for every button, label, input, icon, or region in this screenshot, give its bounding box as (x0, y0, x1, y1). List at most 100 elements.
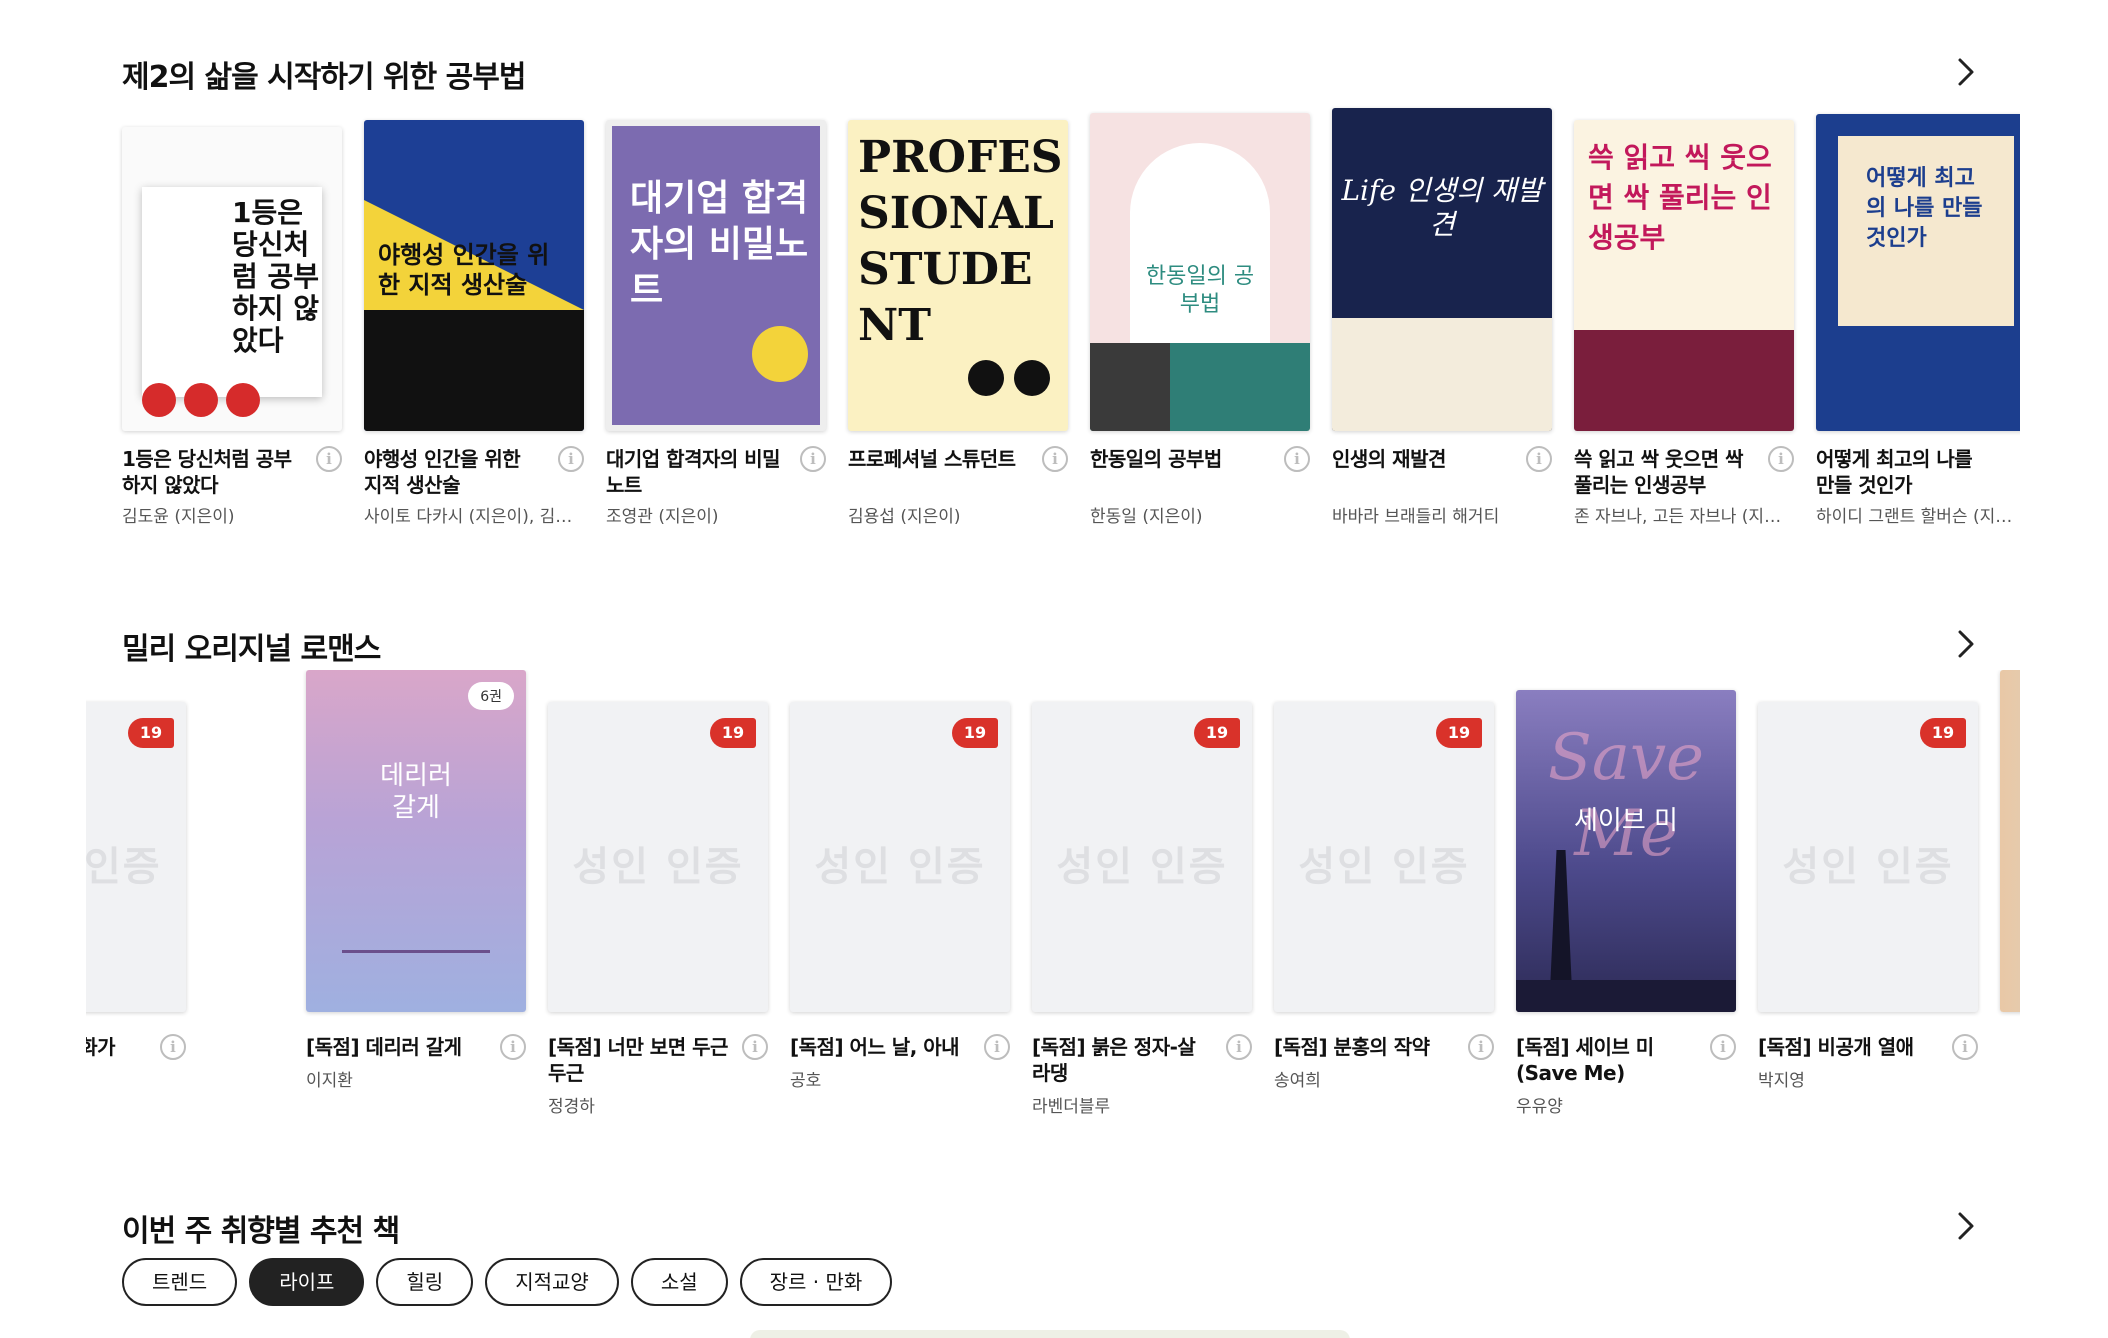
age-19-badge: 19 (1920, 718, 1966, 748)
chip-knowledge[interactable]: 지적교양 (485, 1258, 619, 1306)
book-title[interactable]: 어떻게 최고의 나를 만들 것인가 (1816, 446, 1996, 498)
book-title[interactable]: [독점] 붉은 정자-살라댕 (1032, 1034, 1212, 1086)
book-title[interactable]: 대기업 합격자의 비밀 노트 (606, 446, 786, 498)
chevron-right-icon[interactable] (1946, 624, 1986, 664)
book-cover[interactable]: PROFESSIONAL STUDENT (848, 120, 1068, 431)
book-author: 조영관 (지은이) (606, 507, 719, 527)
book-cover[interactable]: 성인 인증 (1032, 702, 1252, 1012)
book-row: 1등은 당신처럼 공부하지 않았다 1등은 당신처럼 공부하지 않았다 i 김도… (0, 100, 2020, 540)
info-icon[interactable]: i (1284, 446, 1310, 472)
book-title[interactable]: 인생의 재발견 (1332, 446, 1512, 472)
book-title[interactable]: [독점] 너만 보면 두근두근 (548, 1034, 728, 1086)
book-author: 정경하 (548, 1097, 595, 1117)
info-icon[interactable]: i (800, 446, 826, 472)
age-19-badge: 19 (128, 718, 174, 748)
book-cover[interactable]: 성인 인증 (790, 702, 1010, 1012)
cover-title: 야행성 인간을 위한 지적 생산술 (378, 241, 550, 299)
book-author: 이지환 (306, 1071, 353, 1091)
cover-title: 데리러 갈게 (380, 761, 452, 823)
book-author: 존 자브나, 고든 자브나 (지은... (1574, 507, 1784, 527)
age-19-badge: 19 (1436, 718, 1482, 748)
book-author: 김도윤 (지은이) (122, 507, 235, 527)
book-title[interactable]: [독점] 호랑헌화가 (86, 1034, 146, 1060)
chip-healing[interactable]: 힐링 (376, 1258, 474, 1306)
book-author: 박지영 (1758, 1071, 1805, 1091)
book-author: 도흔 (86, 1066, 176, 1091)
book-author: 우유양 (1516, 1097, 1563, 1117)
info-icon[interactable]: i (1526, 446, 1552, 472)
book-cover[interactable]: 성인 인증 (86, 702, 186, 1012)
book-author: 김용섭 (지은이) (848, 507, 961, 527)
info-icon[interactable]: i (1768, 446, 1794, 472)
cover-title: 1등은 당신처럼 공부하지 않았다 (232, 196, 320, 357)
adult-label: 성인 인증 (1782, 844, 1954, 890)
book-title[interactable]: [독점] 비공개 열애 (1758, 1034, 1938, 1060)
book-cover[interactable]: 대기업 합격자의 비밀노트 (606, 120, 826, 431)
info-icon[interactable]: i (1042, 446, 1068, 472)
info-icon[interactable]: i (984, 1034, 1010, 1060)
book-title[interactable]: 야행성 인간을 위한 지적 생산술 (364, 446, 544, 498)
chip-genre-comic[interactable]: 장르 · 만화 (739, 1258, 893, 1306)
book-title[interactable]: 쓱 읽고 싹 웃으면 싹 풀리는 인생공부 (1574, 446, 1754, 498)
cover-title: 대기업 합격자의 비밀노트 (630, 178, 809, 311)
info-icon[interactable]: i (1468, 1034, 1494, 1060)
info-icon[interactable]: i (316, 446, 342, 472)
book-cover[interactable]: 한동일의 공부법 (1090, 113, 1310, 431)
book-author: 사이토 다카시 (지은이), 김윤... (364, 507, 574, 527)
book-title[interactable]: [독점] 분홍의 작약 (1274, 1034, 1454, 1060)
age-19-badge: 19 (710, 718, 756, 748)
chip-life[interactable]: 라이프 (249, 1258, 365, 1306)
cover-script: Save Me (1547, 721, 1705, 871)
info-icon[interactable]: i (1226, 1034, 1252, 1060)
genre-chip-group: 트렌드 라이프 힐링 지적교양 소설 장르 · 만화 (122, 1258, 893, 1306)
book-cover[interactable]: Save Me 세이브 미 (1516, 690, 1736, 1012)
section-study: 제2의 삶을 시작하기 위한 공부법 1등은 당신처럼 공부하지 않았다 1등은… (0, 0, 2108, 560)
book-author: 바바라 브래들리 해거티 (1332, 507, 1500, 527)
volume-badge: 6권 (468, 682, 514, 710)
info-icon[interactable]: i (160, 1034, 186, 1060)
cover-title: 한동일의 공부법 (1145, 264, 1255, 317)
chevron-right-icon[interactable] (1946, 52, 1986, 92)
book-title[interactable]: 프로페셔널 스튜던트 (848, 446, 1028, 472)
recommend-panel-top (750, 1330, 1350, 1338)
book-row: 성인 인증 19 [독점] 호랑헌화가 i 도흔 6권 데리러 갈게 [독점] … (86, 670, 2020, 1120)
info-icon[interactable]: i (558, 446, 584, 472)
book-cover[interactable]: 6권 데리러 갈게 (306, 670, 526, 1012)
info-icon[interactable]: i (1952, 1034, 1978, 1060)
adult-label: 성인 인증 (86, 844, 162, 890)
book-cover[interactable]: 어떻게 최고의 나를 만들 것인가 (1816, 114, 2020, 431)
book-cover[interactable]: 쓱 읽고 씩 웃으면 싹 풀리는 인생공부 (1574, 120, 1794, 431)
chevron-right-icon[interactable] (1946, 1206, 1986, 1246)
book-cover[interactable]: 1등은 당신처럼 공부하지 않았다 (122, 127, 342, 431)
chip-novel[interactable]: 소설 (630, 1258, 728, 1306)
age-19-badge: 19 (1194, 718, 1240, 748)
book-cover[interactable]: 성인 인증 (1758, 702, 1978, 1012)
book-title[interactable]: [독점] 세이브 미(Save Me) (1516, 1034, 1696, 1086)
info-icon[interactable]: i (742, 1034, 768, 1060)
book-author: 한동일 (지은이) (1090, 507, 1203, 527)
adult-label: 성인 인증 (1056, 844, 1228, 890)
book-cover[interactable] (2000, 670, 2020, 1012)
cover-title: 어떻게 최고의 나를 만들 것인가 (1866, 166, 1983, 251)
book-cover[interactable]: 성인 인증 (548, 702, 768, 1012)
book-cover[interactable]: 야행성 인간을 위한 지적 생산술 (364, 120, 584, 431)
book-author: 송여희 (1274, 1071, 1321, 1091)
section-title: 이번 주 취향별 추천 책 (122, 1214, 400, 1249)
book-title[interactable]: 한동일의 공부법 (1090, 446, 1270, 472)
info-icon[interactable]: i (500, 1034, 526, 1060)
cover-title: 쓱 읽고 씩 웃으면 싹 풀리는 인생공부 (1588, 141, 1772, 254)
section-romance: 밀리 오리지널 로맨스 성인 인증 19 [독점] 호랑헌화가 i 도흔 6권 … (0, 560, 2108, 1120)
book-title[interactable]: [독점] 데리러 갈게 (306, 1034, 486, 1060)
cover-title: PROFESSIONAL STUDENT (858, 132, 1063, 351)
adult-label: 성인 인증 (1298, 844, 1470, 890)
section-title: 제2의 삶을 시작하기 위한 공부법 (122, 60, 526, 95)
book-author: 공호 (790, 1071, 822, 1091)
book-title[interactable]: [독점] 어느 날, 아내 (790, 1034, 970, 1060)
book-cover[interactable]: 성인 인증 (1274, 702, 1494, 1012)
section-title: 밀리 오리지널 로맨스 (122, 632, 381, 667)
book-title[interactable]: 1등은 당신처럼 공부하지 않았다 (122, 446, 302, 498)
book-cover[interactable]: Life 인생의 재발견 (1332, 108, 1552, 431)
info-icon[interactable]: i (1710, 1034, 1736, 1060)
adult-label: 성인 인증 (814, 844, 986, 890)
chip-trend[interactable]: 트렌드 (122, 1258, 238, 1306)
